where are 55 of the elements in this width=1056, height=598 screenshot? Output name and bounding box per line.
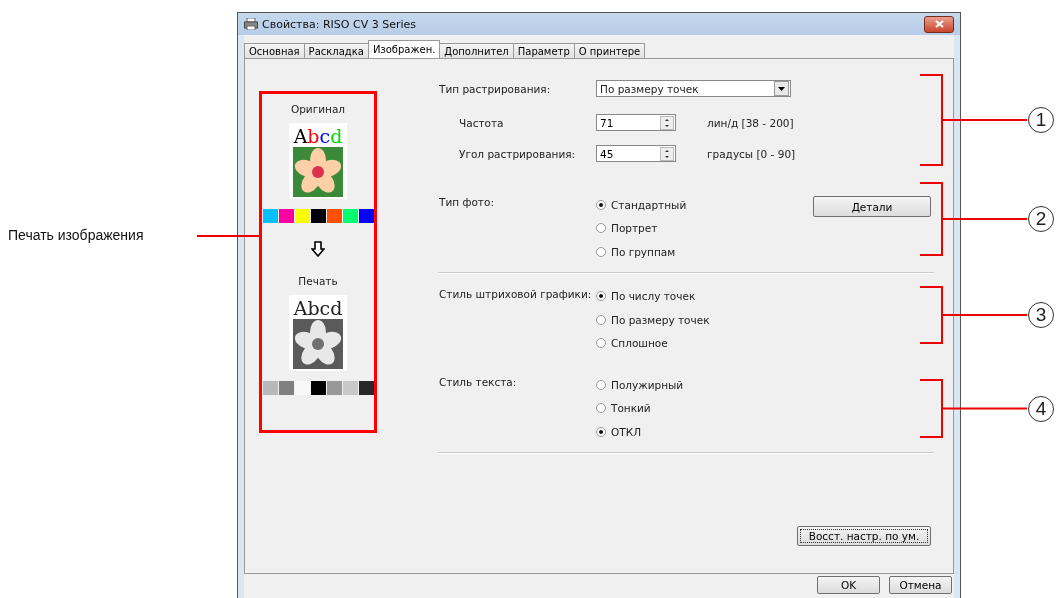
field-label: Угол растрирования: <box>458 147 577 160</box>
callout-number: 1 <box>1028 107 1054 133</box>
dialog-button[interactable]: Отмена <box>889 576 952 594</box>
radio-button[interactable] <box>596 426 606 437</box>
tab[interactable]: Параметр <box>512 43 575 58</box>
close-button[interactable] <box>924 15 954 33</box>
tab[interactable]: Изображен. <box>367 40 441 58</box>
option-label[interactable]: ОТКЛ <box>611 425 642 438</box>
leader-line <box>196 235 260 237</box>
field-label: Тип растрирования: <box>439 82 552 95</box>
option-label[interactable]: Сплошное <box>611 337 668 350</box>
option-label[interactable]: По группам <box>611 245 676 258</box>
preview-label: Печать <box>298 275 338 287</box>
callout-number: 4 <box>1028 395 1054 422</box>
window-title: Свойства: RISO CV 3 Series <box>262 17 416 31</box>
range-hint: градусы [0 - 90] <box>707 147 796 160</box>
sample-text: Abcd <box>293 297 343 319</box>
tab[interactable]: Основная <box>244 43 305 58</box>
radio-button[interactable] <box>596 291 606 302</box>
option-label[interactable]: По числу точек <box>611 290 696 303</box>
preview-label: Оригинал <box>290 103 346 115</box>
dropdown[interactable]: По размеру точек <box>596 80 791 97</box>
field-label: Тип фото: <box>439 196 495 208</box>
tab[interactable]: Раскладка <box>303 43 369 58</box>
radio-button[interactable] <box>596 314 606 325</box>
annotation-label: Печать изображения <box>8 227 144 243</box>
printer-icon <box>244 18 258 30</box>
option-label[interactable]: Стандартный <box>611 198 687 211</box>
option-label[interactable]: Полужирный <box>611 378 684 391</box>
field-label: Стиль штриховой графики: <box>439 287 593 300</box>
caret-icon[interactable] <box>774 81 789 96</box>
reset-defaults-button[interactable]: Восст. настр. по ум. <box>797 525 931 546</box>
option-label[interactable]: Портрет <box>611 222 658 235</box>
radio-button[interactable] <box>596 246 606 257</box>
radio-button[interactable] <box>596 338 606 349</box>
option-label[interactable]: По размеру точек <box>611 313 710 326</box>
details-button[interactable]: Детали <box>813 196 931 217</box>
callout-number: 2 <box>1028 206 1054 232</box>
field-label: Стиль текста: <box>439 376 518 388</box>
callout-number: 3 <box>1028 302 1054 328</box>
tab[interactable]: Дополнител <box>439 43 514 58</box>
tab[interactable]: О принтере <box>573 43 646 58</box>
range-hint: лин/д [38 - 200] <box>707 116 794 129</box>
radio-button[interactable] <box>596 223 606 234</box>
radio-button[interactable] <box>596 403 606 414</box>
field-label: Частота <box>458 116 505 129</box>
down-arrow-icon <box>311 241 325 257</box>
radio-button[interactable] <box>596 379 606 390</box>
radio-button[interactable] <box>596 199 606 210</box>
flower-drawing <box>293 319 343 369</box>
dialog-button[interactable]: OK <box>817 576 880 594</box>
close-icon[interactable] <box>934 20 944 28</box>
option-label[interactable]: Тонкий <box>611 402 651 415</box>
flower-drawing <box>293 147 343 197</box>
sample-text: Abcd <box>293 125 343 147</box>
